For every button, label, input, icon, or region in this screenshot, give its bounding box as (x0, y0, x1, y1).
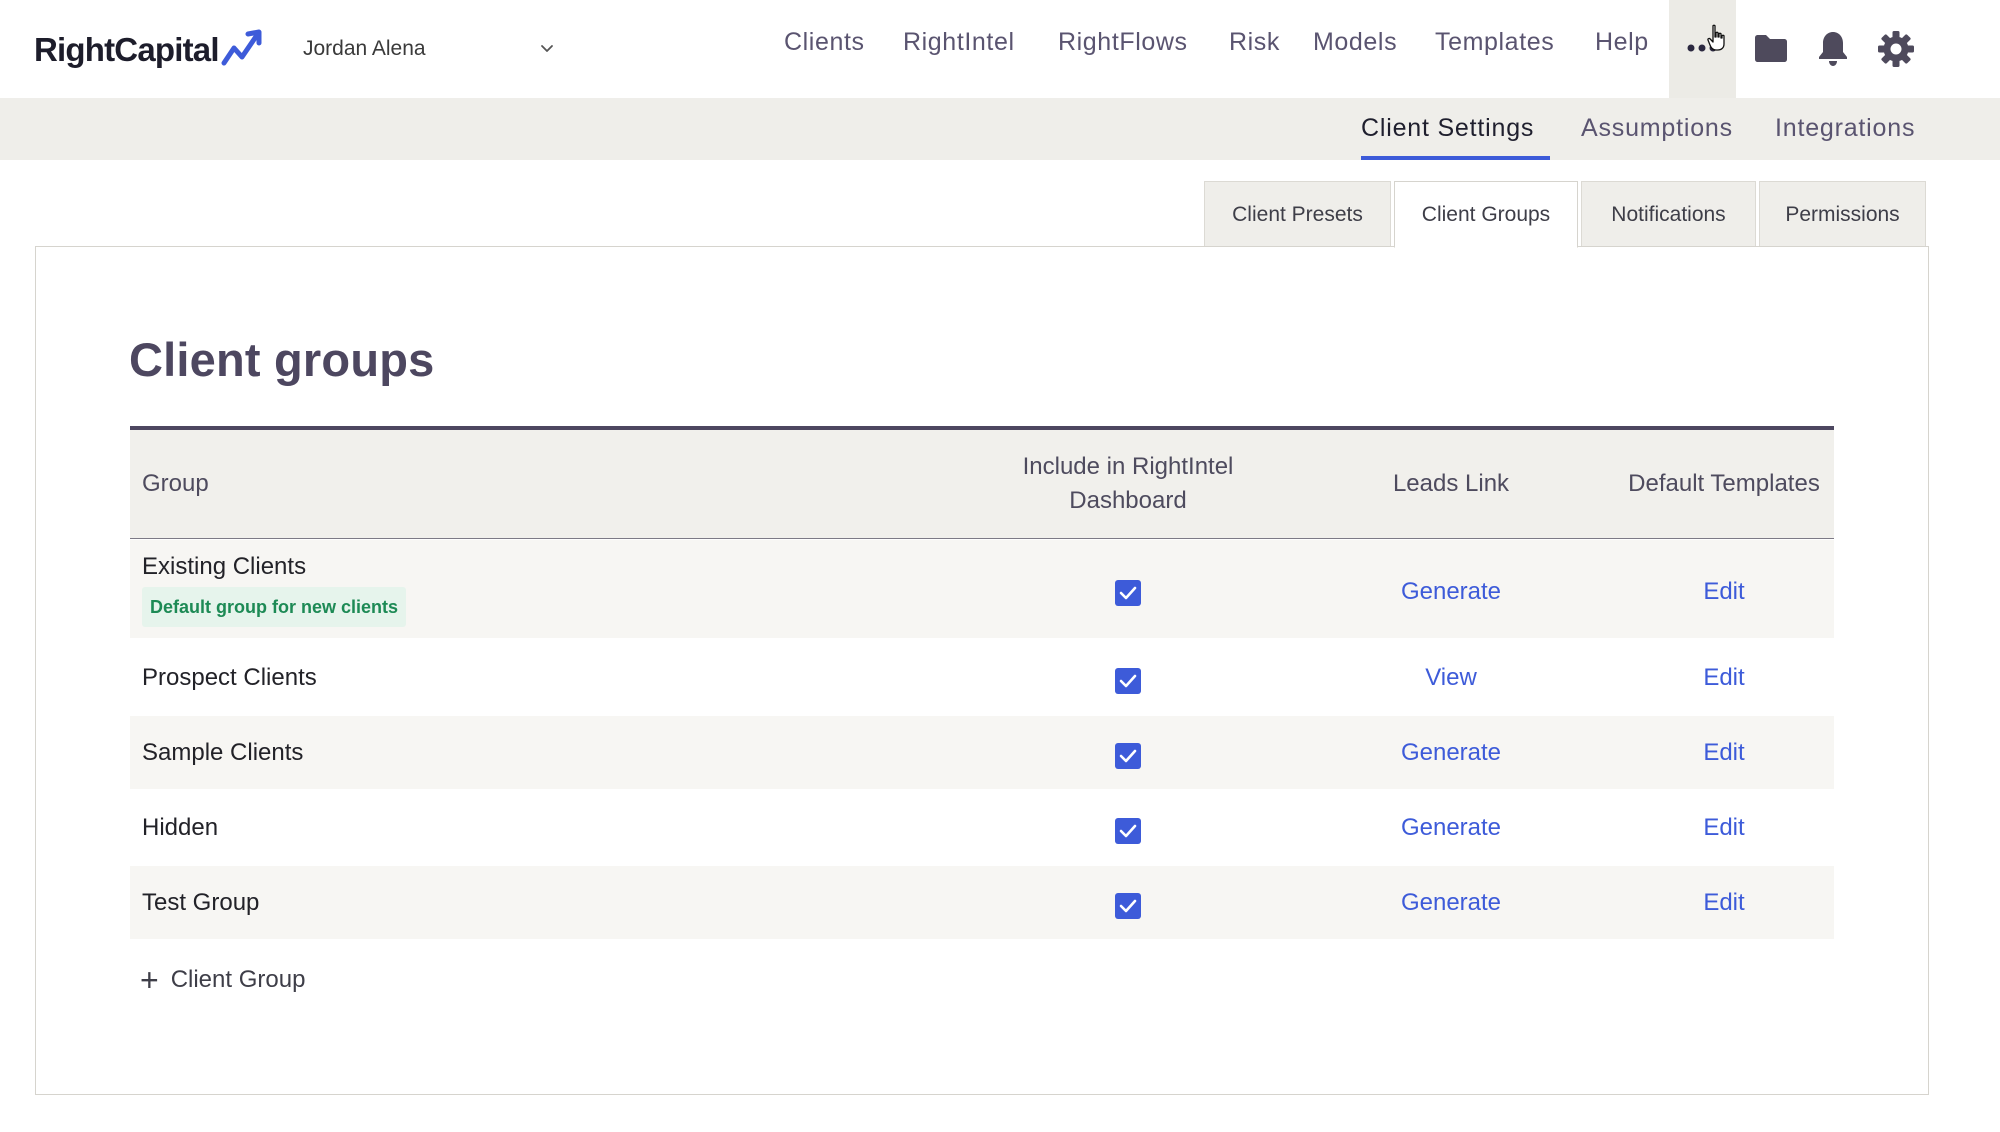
default-group-badge: Default group for new clients (142, 587, 407, 627)
leads-link[interactable]: Generate (1370, 889, 1532, 917)
header-group: Group (142, 470, 209, 497)
user-select[interactable]: Jordan Alena (303, 30, 563, 68)
user-name: Jordan Alena (303, 37, 426, 60)
leads-link[interactable]: Generate (1370, 739, 1532, 767)
group-name: Existing Clients (142, 553, 307, 580)
tab-client-groups[interactable]: Client Groups (1394, 181, 1578, 248)
tab-notifications[interactable]: Notifications (1581, 181, 1756, 247)
subnav-integrations[interactable]: Integrations (1775, 114, 1915, 143)
nav-models[interactable]: Models (1313, 28, 1397, 72)
dashboard-checkbox[interactable] (1115, 893, 1141, 919)
active-subnav-indicator (1361, 156, 1550, 160)
dashboard-checkbox[interactable] (1115, 668, 1141, 694)
subnav-assumptions[interactable]: Assumptions (1581, 114, 1733, 143)
default-templates-edit-link[interactable]: Edit (1673, 814, 1775, 842)
group-name: Sample Clients (142, 739, 304, 766)
default-templates-edit-link[interactable]: Edit (1673, 578, 1775, 606)
dashboard-checkbox[interactable] (1115, 818, 1141, 844)
add-client-group-button[interactable]: + Client Group (140, 962, 305, 998)
subnav-client-settings[interactable]: Client Settings (1361, 114, 1534, 143)
pointer-cursor-icon (1707, 24, 1725, 51)
tab-client-presets[interactable]: Client Presets (1204, 181, 1391, 247)
leads-link[interactable]: View (1370, 664, 1532, 692)
bell-icon[interactable] (1817, 29, 1849, 67)
dashboard-checkbox[interactable] (1115, 580, 1141, 606)
top-bar: RightCapital Jordan Alena Clients RightI… (0, 0, 2000, 98)
nav-clients[interactable]: Clients (784, 28, 865, 72)
header-dashboard-line2: Dashboard (1069, 487, 1187, 514)
table-header: Group Include in RightIntel Dashboard Le… (130, 430, 1834, 539)
nav-templates[interactable]: Templates (1435, 28, 1554, 72)
chevron-down-icon (541, 45, 553, 52)
group-name: Hidden (142, 814, 219, 841)
table-row: Prospect Clients View Edit (130, 638, 1834, 713)
leads-link[interactable]: Generate (1370, 578, 1532, 606)
more-menu-button[interactable] (1669, 0, 1736, 98)
gear-icon[interactable] (1877, 30, 1915, 68)
header-default-templates: Default Templates (1628, 470, 1820, 497)
table-row: Hidden Generate Edit (130, 789, 1834, 865)
tab-permissions[interactable]: Permissions (1759, 181, 1926, 247)
plus-icon: + (140, 962, 159, 998)
nav-rightflows[interactable]: RightFlows (1058, 28, 1188, 72)
add-client-group-label: Client Group (170, 966, 306, 993)
rightcapital-logo[interactable]: RightCapital (34, 28, 265, 72)
settings-subnav: Client Settings Assumptions Integrations (0, 98, 2000, 160)
nav-risk[interactable]: Risk (1229, 28, 1280, 72)
group-name: Prospect Clients (142, 664, 317, 691)
page-title: Client groups (129, 333, 435, 386)
table-row: Sample Clients Generate Edit (130, 716, 1834, 789)
nav-help[interactable]: Help (1595, 28, 1649, 72)
checkmark-icon (1119, 586, 1137, 600)
default-templates-edit-link[interactable]: Edit (1673, 889, 1775, 917)
leads-link[interactable]: Generate (1370, 814, 1532, 842)
header-dashboard-line1: Include in RightIntel (1022, 453, 1234, 480)
default-templates-edit-link[interactable]: Edit (1673, 739, 1775, 767)
logo-text: RightCapital (34, 31, 220, 68)
checkmark-icon (1119, 749, 1137, 763)
table-row: Test Group Generate Edit (130, 866, 1834, 939)
header-leads-link: Leads Link (1392, 470, 1510, 497)
group-name: Test Group (142, 889, 260, 916)
nav-rightintel[interactable]: RightIntel (903, 28, 1015, 72)
checkmark-icon (1119, 824, 1137, 838)
folder-icon[interactable] (1753, 32, 1789, 64)
checkmark-icon (1119, 674, 1137, 688)
logo-arrow-icon (221, 29, 262, 66)
dashboard-checkbox[interactable] (1115, 743, 1141, 769)
table-row: Existing Clients Default group for new c… (130, 540, 1834, 638)
checkmark-icon (1119, 899, 1137, 913)
default-templates-edit-link[interactable]: Edit (1673, 664, 1775, 692)
